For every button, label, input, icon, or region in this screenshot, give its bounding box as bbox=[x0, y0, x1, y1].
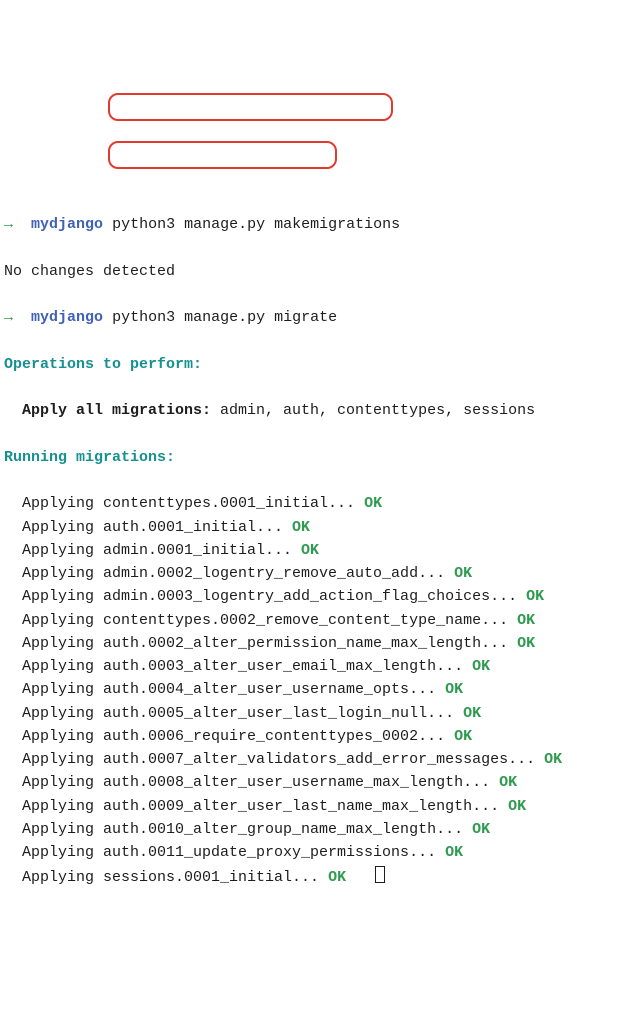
status-ok: OK bbox=[328, 869, 346, 886]
migration-line: Applying contenttypes.0002_remove_conten… bbox=[22, 609, 617, 632]
operations-header: Operations to perform: bbox=[4, 353, 617, 376]
migration-line: Applying auth.0006_require_contenttypes_… bbox=[22, 725, 617, 748]
migration-line: Applying auth.0005_alter_user_last_login… bbox=[22, 702, 617, 725]
migration-text: Applying auth.0008_alter_user_username_m… bbox=[22, 774, 499, 791]
migration-text: Applying admin.0002_logentry_remove_auto… bbox=[22, 565, 454, 582]
command-text: python3 manage.py migrate bbox=[112, 309, 337, 326]
status-ok: OK bbox=[544, 751, 562, 768]
highlight-box-2 bbox=[108, 141, 337, 169]
migration-text: Applying auth.0010_alter_group_name_max_… bbox=[22, 821, 472, 838]
migration-line: Applying contenttypes.0001_initial... OK bbox=[22, 492, 617, 515]
status-ok: OK bbox=[445, 844, 463, 861]
prompt-line-2: → mydjango python3 manage.py migrate bbox=[4, 306, 617, 329]
migration-line: Applying auth.0008_alter_user_username_m… bbox=[22, 771, 617, 794]
migration-text: Applying contenttypes.0002_remove_conten… bbox=[22, 612, 517, 629]
migration-line: Applying admin.0002_logentry_remove_auto… bbox=[22, 562, 617, 585]
status-ok: OK bbox=[472, 821, 490, 838]
migration-line: Applying sessions.0001_initial... OK bbox=[22, 864, 617, 889]
status-ok: OK bbox=[463, 705, 481, 722]
status-ok: OK bbox=[517, 612, 535, 629]
command-text: python3 manage.py makemigrations bbox=[112, 216, 400, 233]
running-header: Running migrations: bbox=[4, 446, 617, 469]
status-ok: OK bbox=[472, 658, 490, 675]
migration-text: Applying auth.0003_alter_user_email_max_… bbox=[22, 658, 472, 675]
migration-text: Applying auth.0002_alter_permission_name… bbox=[22, 635, 517, 652]
prompt-dir: mydjango bbox=[31, 309, 103, 326]
migration-line: Applying auth.0007_alter_validators_add_… bbox=[22, 748, 617, 771]
migration-text: Applying auth.0005_alter_user_last_login… bbox=[22, 705, 463, 722]
migration-text: Applying contenttypes.0001_initial... bbox=[22, 495, 364, 512]
highlight-box-1 bbox=[108, 93, 393, 121]
migration-line: Applying auth.0002_alter_permission_name… bbox=[22, 632, 617, 655]
migration-line: Applying admin.0003_logentry_add_action_… bbox=[22, 585, 617, 608]
prompt-arrow: → bbox=[4, 216, 13, 233]
status-ok: OK bbox=[508, 798, 526, 815]
status-ok: OK bbox=[526, 588, 544, 605]
migration-line: Applying auth.0010_alter_group_name_max_… bbox=[22, 818, 617, 841]
output-no-changes: No changes detected bbox=[4, 260, 617, 283]
migration-text: Applying auth.0006_require_contenttypes_… bbox=[22, 728, 454, 745]
apply-all-line: Apply all migrations: admin, auth, conte… bbox=[22, 399, 617, 422]
migration-line: Applying auth.0011_update_proxy_permissi… bbox=[22, 841, 617, 864]
status-ok: OK bbox=[499, 774, 517, 791]
migration-text: Applying auth.0011_update_proxy_permissi… bbox=[22, 844, 445, 861]
apply-all-targets: admin, auth, contenttypes, sessions bbox=[211, 402, 535, 419]
migration-line: Applying auth.0001_initial... OK bbox=[22, 516, 617, 539]
migration-text: Applying auth.0004_alter_user_username_o… bbox=[22, 681, 445, 698]
status-ok: OK bbox=[454, 565, 472, 582]
terminal-output: → mydjango python3 manage.py makemigrati… bbox=[4, 97, 617, 913]
text-cursor bbox=[375, 866, 385, 883]
migration-line: Applying admin.0001_initial... OK bbox=[22, 539, 617, 562]
status-ok: OK bbox=[301, 542, 319, 559]
migration-line: Applying auth.0003_alter_user_email_max_… bbox=[22, 655, 617, 678]
migration-text: Applying auth.0007_alter_validators_add_… bbox=[22, 751, 544, 768]
prompt-dir: mydjango bbox=[31, 216, 103, 233]
status-ok: OK bbox=[364, 495, 382, 512]
prompt-arrow: → bbox=[4, 309, 13, 326]
status-ok: OK bbox=[292, 519, 310, 536]
status-ok: OK bbox=[454, 728, 472, 745]
migration-text: Applying sessions.0001_initial... bbox=[22, 869, 328, 886]
migration-text: Applying auth.0001_initial... bbox=[22, 519, 292, 536]
migration-text: Applying admin.0001_initial... bbox=[22, 542, 301, 559]
status-ok: OK bbox=[517, 635, 535, 652]
status-ok: OK bbox=[445, 681, 463, 698]
migration-line: Applying auth.0004_alter_user_username_o… bbox=[22, 678, 617, 701]
apply-all-label: Apply all migrations: bbox=[22, 402, 211, 419]
migration-line: Applying auth.0009_alter_user_last_name_… bbox=[22, 795, 617, 818]
prompt-line-1: → mydjango python3 manage.py makemigrati… bbox=[4, 213, 617, 236]
migration-text: Applying admin.0003_logentry_add_action_… bbox=[22, 588, 526, 605]
migration-text: Applying auth.0009_alter_user_last_name_… bbox=[22, 798, 508, 815]
